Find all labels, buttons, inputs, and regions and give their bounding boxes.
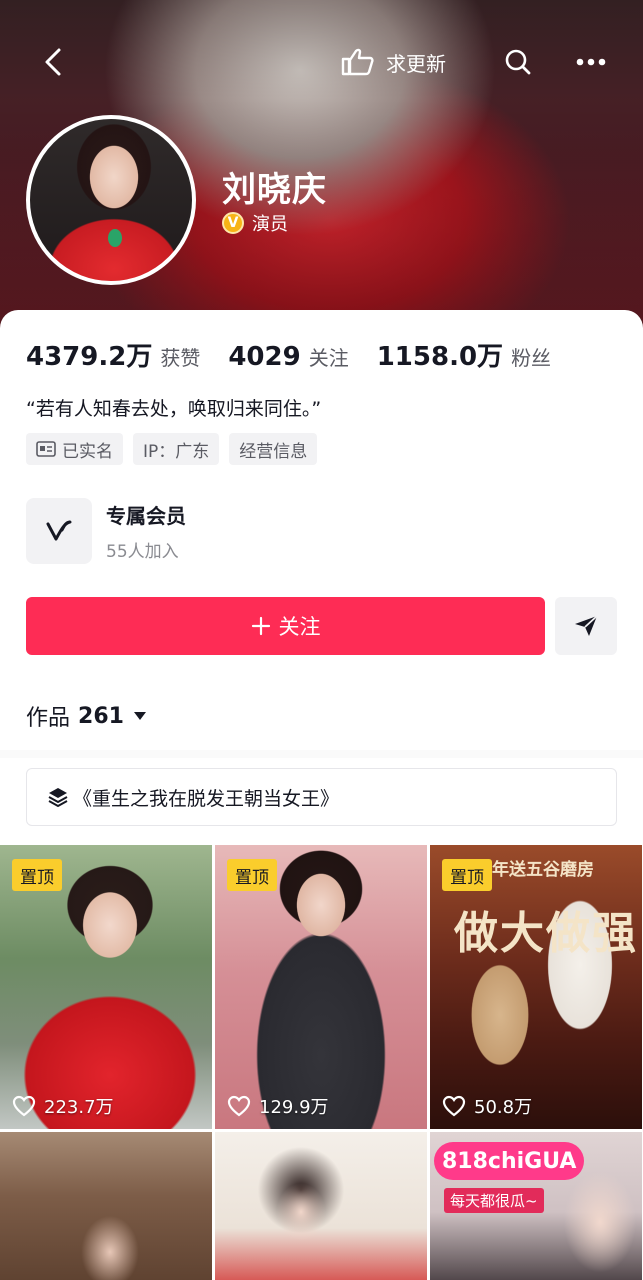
brand-logo: 818chiGUA: [434, 1142, 585, 1180]
chevron-left-icon: [45, 48, 61, 76]
stat-following[interactable]: 4029 关注: [228, 342, 348, 372]
tag-real-name-label: 已实名: [62, 441, 113, 462]
video-tile[interactable]: [215, 1132, 427, 1280]
stat-following-label: 关注: [308, 346, 349, 370]
membership-logo-icon: [26, 498, 92, 564]
verified-label: 演员: [252, 214, 288, 235]
exclusive-membership[interactable]: 专属会员 55人加入: [26, 498, 186, 564]
membership-text: 专属会员 55人加入: [106, 500, 186, 562]
id-card-icon: [36, 441, 56, 457]
poster-title: 做大做强: [454, 908, 638, 959]
like-count: 129.9万: [227, 1093, 329, 1119]
caret-down-icon: [133, 712, 146, 720]
profile-card: 4379.2万 获赞 4029 关注 1158.0万 粉丝 “若有人知春去处，唤…: [0, 310, 643, 1280]
profile-banner: 求更新 刘晓庆 V 演员: [0, 0, 643, 330]
follow-label: 关注: [278, 615, 321, 639]
plus-icon: [251, 616, 270, 636]
video-tile[interactable]: 818chiGUA 每天都很瓜~: [430, 1132, 642, 1280]
section-divider: [0, 750, 643, 758]
tag-real-name[interactable]: 已实名: [26, 433, 123, 465]
like-count-value: 50.8万: [474, 1097, 533, 1118]
brand-slogan: 每天都很瓜~: [444, 1188, 544, 1213]
membership-title: 专属会员: [106, 504, 186, 528]
video-tile[interactable]: 置顶 129.9万: [215, 845, 427, 1129]
poster-headline: 年送五谷磨房: [492, 860, 594, 880]
pinned-badge: 置顶: [12, 859, 62, 891]
profile-name: 刘晓庆: [222, 170, 327, 210]
heart-icon: [442, 1095, 466, 1117]
layers-icon: [48, 788, 68, 807]
stat-followers-label: 粉丝: [511, 346, 552, 370]
more-dots-icon: [576, 58, 606, 66]
stat-likes[interactable]: 4379.2万 获赞: [26, 336, 200, 373]
tab-works[interactable]: 作品 261: [26, 700, 148, 732]
pinned-badge: 置顶: [442, 859, 492, 891]
stat-following-number: 4029: [228, 342, 301, 372]
pointing-hand-icon: [341, 48, 374, 76]
stats-row: 4379.2万 获赞 4029 关注 1158.0万 粉丝: [26, 336, 579, 373]
search-icon: [505, 49, 531, 75]
profile-tags: 已实名 IP：广东 经营信息: [26, 433, 318, 465]
bio: “若有人知春去处，唤取归来同住。”: [26, 398, 322, 420]
back-button[interactable]: [36, 44, 70, 80]
like-count-value: 223.7万: [44, 1097, 114, 1118]
video-tile[interactable]: 置顶 223.7万: [0, 845, 212, 1129]
stat-likes-number: 4379.2万: [26, 342, 153, 372]
works-label: 作品: [26, 706, 71, 731]
stat-followers[interactable]: 1158.0万 粉丝: [377, 336, 551, 373]
tag-ip-label: IP：广东: [143, 441, 210, 462]
message-button[interactable]: [555, 597, 617, 655]
like-count: 223.7万: [12, 1093, 114, 1119]
jade-pendant: [108, 229, 122, 247]
heart-icon: [12, 1095, 36, 1117]
collection-title: 《重生之我在脱发王朝当女王》: [73, 787, 340, 810]
like-count-value: 129.9万: [259, 1097, 329, 1118]
top-bar: 求更新: [0, 40, 643, 84]
heart-icon: [227, 1095, 251, 1117]
verified-tag: V 演员: [222, 210, 288, 236]
more-button[interactable]: [572, 44, 610, 80]
tag-business-info-label: 经营信息: [239, 441, 308, 462]
search-button[interactable]: [500, 44, 536, 80]
collection-entry[interactable]: 《重生之我在脱发王朝当女王》: [26, 768, 617, 826]
pinned-badge: 置顶: [227, 859, 277, 891]
request-update-label: 求更新: [386, 51, 446, 76]
video-tile[interactable]: 年送五谷磨房 做大做强 置顶 50.8万: [430, 845, 642, 1129]
stat-followers-number: 1158.0万: [376, 342, 504, 372]
stat-likes-label: 获赞: [160, 346, 201, 370]
avatar[interactable]: [26, 115, 196, 285]
send-icon: [575, 615, 598, 636]
works-count: 261: [78, 703, 124, 729]
video-tile[interactable]: [0, 1132, 212, 1280]
follow-button[interactable]: 关注: [26, 597, 545, 655]
verified-badge-icon: V: [222, 212, 244, 234]
tag-business-info[interactable]: 经营信息: [229, 433, 318, 465]
request-update-button[interactable]: 求更新: [340, 44, 446, 80]
like-count: 50.8万: [442, 1093, 532, 1119]
membership-subtitle: 55人加入: [106, 542, 179, 562]
tag-ip: IP：广东: [133, 433, 220, 465]
